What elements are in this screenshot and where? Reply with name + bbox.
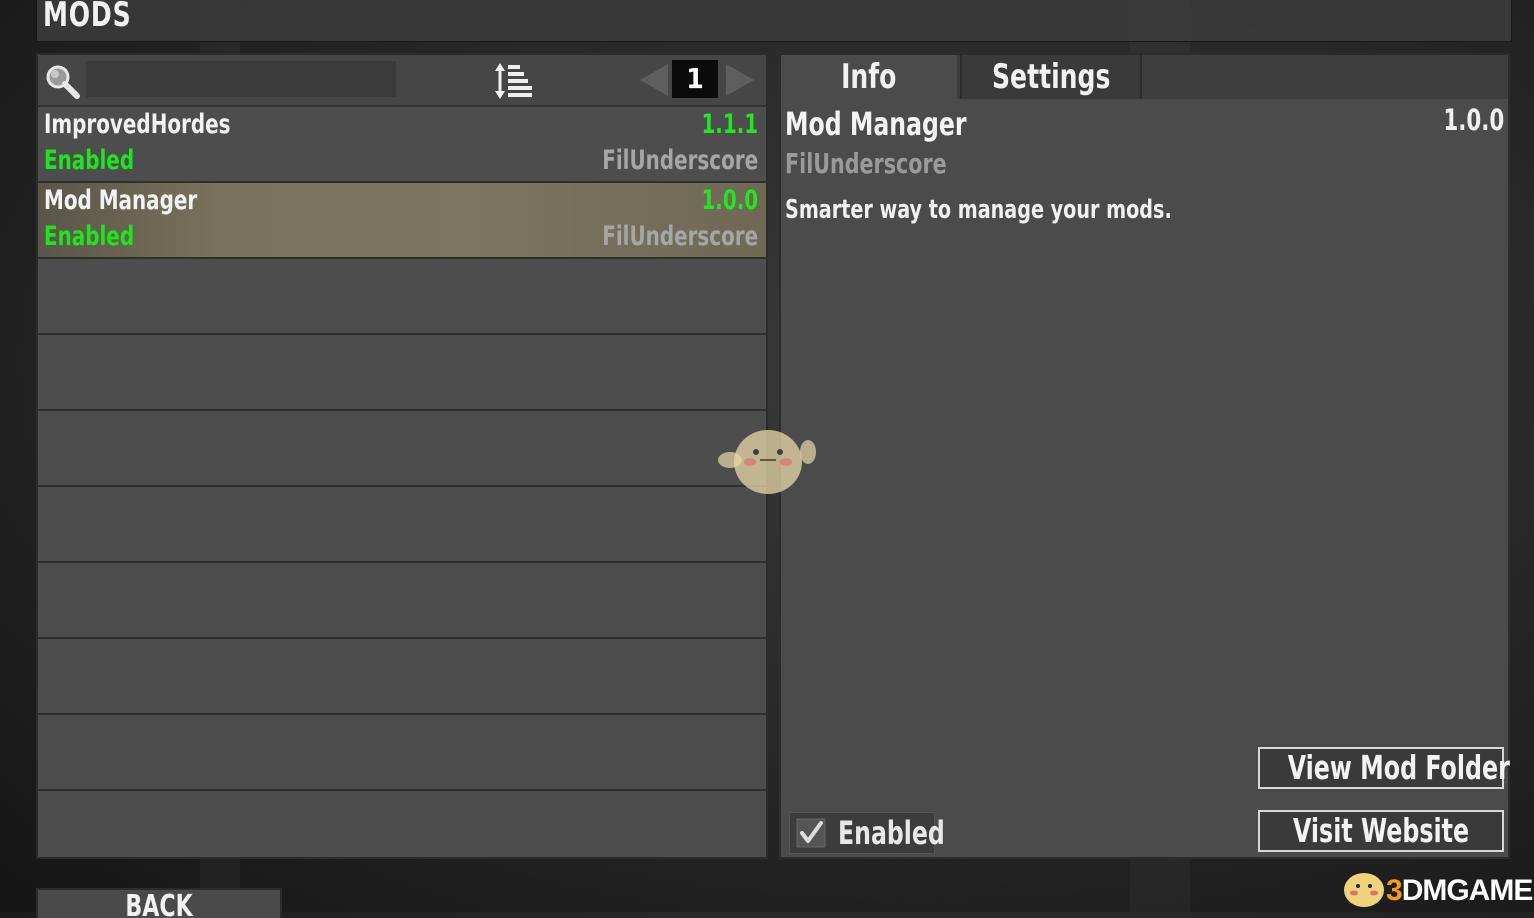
empty-list-row — [38, 335, 766, 411]
empty-list-row — [38, 259, 766, 335]
mod-version: 1.1.1 — [701, 109, 758, 140]
mod-list-item[interactable]: ImprovedHordes 1.1.1 Enabled FilUndersco… — [38, 107, 766, 183]
mod-detail-description: Smarter way to manage your mods. — [785, 195, 1172, 225]
chevron-left-icon[interactable] — [636, 62, 670, 98]
page-header: MODS — [36, 0, 1512, 42]
mod-list: ImprovedHordes 1.1.1 Enabled FilUndersco… — [38, 107, 766, 855]
enabled-checkbox[interactable]: Enabled — [789, 812, 945, 854]
empty-list-row — [38, 639, 766, 715]
mod-detail-name: Mod Manager — [785, 105, 967, 143]
watermark-text: 3DMGAME — [1386, 874, 1533, 907]
mod-name: ImprovedHordes — [44, 109, 231, 140]
search-input[interactable] — [86, 61, 396, 97]
mod-list-toolbar: 1 — [38, 55, 766, 107]
details-tabs: Info Settings — [781, 55, 1508, 99]
mod-list-panel: 1 ImprovedHordes 1.1.1 Enabled FilUnders… — [36, 53, 768, 859]
search-icon[interactable] — [42, 61, 82, 101]
mod-details-panel: Info Settings Mod Manager 1.0.0 FilUnder… — [779, 53, 1510, 859]
mod-list-item-selected[interactable]: Mod Manager 1.0.0 Enabled FilUnderscore — [38, 183, 766, 259]
mod-name: Mod Manager — [44, 185, 198, 216]
empty-list-row — [38, 487, 766, 563]
mod-status: Enabled — [44, 221, 135, 252]
checkmark-icon — [796, 818, 826, 848]
page-title: MODS — [43, 0, 132, 35]
view-mod-folder-button[interactable]: View Mod Folder — [1258, 747, 1510, 789]
chevron-right-icon[interactable] — [724, 62, 758, 98]
visit-website-button[interactable]: Visit Website — [1258, 810, 1504, 852]
mod-author: FilUnderscore — [602, 145, 758, 176]
tab-settings[interactable]: Settings — [960, 55, 1142, 99]
mod-detail-author: FilUnderscore — [785, 147, 947, 180]
mod-version: 1.0.0 — [701, 185, 758, 216]
sort-list-icon[interactable] — [494, 61, 534, 101]
enabled-label: Enabled — [838, 814, 945, 852]
watermark-mascot-icon — [718, 430, 816, 494]
empty-list-row — [38, 715, 766, 791]
mod-author: FilUnderscore — [602, 221, 758, 252]
back-button[interactable]: BACK — [36, 888, 282, 918]
empty-list-row — [38, 563, 766, 639]
tab-info[interactable]: Info — [781, 55, 957, 99]
empty-list-row — [38, 791, 766, 855]
empty-list-row — [38, 411, 766, 487]
page-number: 1 — [672, 60, 718, 98]
mod-detail-version: 1.0.0 — [1443, 103, 1504, 137]
mod-status: Enabled — [44, 145, 135, 176]
